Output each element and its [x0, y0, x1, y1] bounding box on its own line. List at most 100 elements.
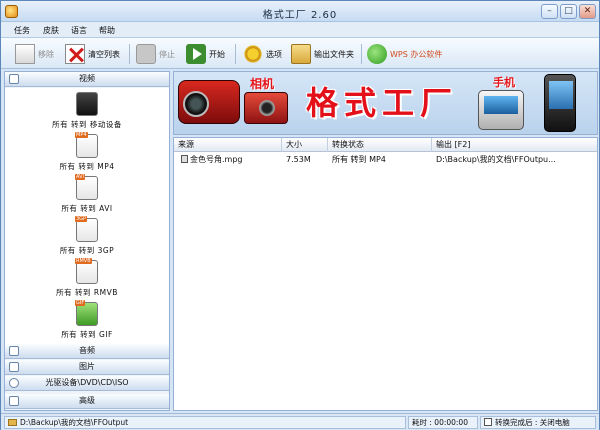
- stop-icon: [136, 44, 156, 64]
- menu-bar: 任务 皮肤 语言 帮助: [1, 22, 599, 38]
- camera-label: 相机: [250, 77, 275, 91]
- wps-button[interactable]: WPS 办公软件: [367, 42, 442, 66]
- row-status: 所有 转到 MP4: [332, 155, 386, 164]
- clear-list-label: 清空列表: [88, 49, 120, 59]
- advanced-icon: [9, 396, 19, 406]
- mobile-device-icon: [76, 92, 98, 116]
- image-icon: [9, 362, 19, 372]
- format-tag: AVI: [75, 174, 85, 180]
- menu-language[interactable]: 语言: [71, 25, 87, 36]
- column-output[interactable]: 输出 [F2]: [432, 138, 597, 152]
- promo-banner: 相机 格式工厂 手机: [173, 71, 598, 135]
- brand-logo: 格式工厂: [306, 84, 459, 122]
- wps-icon: [367, 44, 387, 64]
- convert-to-3gp[interactable]: 3GP 所有 转到 3GP: [5, 216, 169, 256]
- rmvb-icon: RMVB: [75, 258, 98, 284]
- mp4-icon: MP4: [75, 132, 98, 158]
- list-header: 来源 大小 转换状态 输出 [F2]: [174, 138, 597, 152]
- options-button[interactable]: 选项: [243, 42, 282, 66]
- maximize-button[interactable]: □: [560, 4, 577, 19]
- category-video[interactable]: 视频: [5, 72, 169, 87]
- column-size[interactable]: 大小: [282, 138, 328, 152]
- phone-label: 手机: [493, 76, 515, 89]
- category-image[interactable]: 图片: [5, 360, 169, 375]
- stop-button[interactable]: 停止: [136, 42, 175, 66]
- gif-icon: GIF: [75, 300, 98, 326]
- output-folder-icon: [291, 44, 311, 64]
- collapse-icon: [9, 74, 19, 84]
- category-sidebar: 视频 所有 转到 移动设备 MP4 所有 转到 MP4 AVI 所有 转到 AV…: [4, 71, 170, 411]
- minimize-button[interactable]: –: [541, 4, 558, 19]
- remove-label: 移除: [38, 49, 54, 59]
- toolbar-separator: [361, 44, 362, 64]
- output-folder-button[interactable]: 输出文件夹: [291, 42, 354, 66]
- after-done-option[interactable]: 转换完成后 : 关闭电脑: [480, 416, 596, 429]
- category-optical[interactable]: 光驱设备\DVD\CD\ISO: [5, 376, 169, 391]
- clear-list-button[interactable]: 清空列表: [65, 42, 120, 66]
- smartphone-icon: [544, 74, 576, 132]
- remove-icon: [15, 44, 35, 64]
- source-text: 金色号角.mpg: [190, 155, 243, 164]
- title-bar: 格式工厂 2.60 – □ ✕: [1, 1, 599, 22]
- toolbar: 移除 清空列表 停止 开始 选项 输出文件夹 WPS 办公软件: [1, 38, 599, 69]
- stop-label: 停止: [159, 49, 175, 59]
- photo-camera-icon: [244, 92, 288, 124]
- column-source[interactable]: 来源: [174, 138, 282, 152]
- menu-skin[interactable]: 皮肤: [43, 25, 59, 36]
- file-icon: [181, 155, 188, 163]
- conversion-label: 所有 转到 MP4: [59, 162, 115, 171]
- toolbar-separator: [235, 44, 236, 64]
- options-label: 选项: [266, 49, 282, 59]
- audio-icon: [9, 346, 19, 356]
- after-done-text: 转换完成后 : 关闭电脑: [495, 418, 570, 427]
- remove-button[interactable]: 移除: [15, 42, 54, 66]
- start-icon: [186, 44, 206, 64]
- output-path-status[interactable]: D:\Backup\我的文档\FFOutput: [4, 416, 406, 429]
- menu-task[interactable]: 任务: [14, 25, 30, 36]
- convert-to-avi[interactable]: AVI 所有 转到 AVI: [5, 174, 169, 214]
- video-conversion-list: 所有 转到 移动设备 MP4 所有 转到 MP4 AVI 所有 转到 AVI 3…: [5, 88, 169, 344]
- menu-help[interactable]: 帮助: [99, 25, 115, 36]
- category-label: 音频: [79, 346, 95, 355]
- convert-to-gif[interactable]: GIF 所有 转到 GIF: [5, 300, 169, 340]
- folder-icon: [8, 419, 17, 426]
- table-row[interactable]: 金色号角.mpg 7.53M 所有 转到 MP4 D:\Backup\我的文档\…: [174, 153, 597, 167]
- disc-icon: [9, 378, 19, 388]
- wps-label: WPS 办公软件: [390, 49, 443, 59]
- main-window: 格式工厂 2.60 – □ ✕ 任务 皮肤 语言 帮助 移除 清空列表 停止 开…: [0, 0, 600, 430]
- elapsed-time: 耗时 : 00:00:00: [408, 416, 478, 429]
- convert-to-mobile[interactable]: 所有 转到 移动设备: [5, 92, 169, 130]
- clear-list-icon: [65, 44, 85, 64]
- category-audio[interactable]: 音频: [5, 344, 169, 359]
- video-camera-icon: [178, 80, 240, 124]
- convert-to-mp4[interactable]: MP4 所有 转到 MP4: [5, 132, 169, 172]
- category-label: 图片: [79, 362, 95, 371]
- avi-icon: AVI: [75, 174, 98, 200]
- status-bar: D:\Backup\我的文档\FFOutput 耗时 : 00:00:00 转换…: [1, 413, 599, 430]
- conversion-label: 所有 转到 移动设备: [52, 120, 122, 129]
- window-title: 格式工厂 2.60: [262, 10, 338, 21]
- 3gp-icon: 3GP: [75, 216, 98, 242]
- format-tag: RMVB: [75, 258, 92, 264]
- category-label: 光驱设备\DVD\CD\ISO: [45, 378, 129, 387]
- column-status[interactable]: 转换状态: [328, 138, 432, 152]
- category-label: 高级: [79, 396, 95, 405]
- start-button[interactable]: 开始: [186, 42, 225, 66]
- after-done-checkbox[interactable]: [484, 418, 492, 426]
- convert-to-rmvb[interactable]: RMVB 所有 转到 RMVB: [5, 258, 169, 298]
- row-size: 7.53M: [286, 155, 311, 164]
- mobile-phone-icon: [478, 90, 524, 130]
- conversion-label: 所有 转到 GIF: [61, 330, 113, 339]
- row-output: D:\Backup\我的文档\FFOutpu...: [436, 155, 556, 164]
- category-label: 视频: [79, 74, 95, 83]
- row-source: 金色号角.mpg: [177, 153, 282, 167]
- format-tag: MP4: [75, 132, 88, 138]
- format-tag: 3GP: [75, 216, 88, 222]
- output-path-text: D:\Backup\我的文档\FFOutput: [20, 418, 129, 427]
- category-advanced[interactable]: 高级: [5, 394, 169, 409]
- toolbar-separator: [129, 44, 130, 64]
- conversion-label: 所有 转到 RMVB: [56, 288, 118, 297]
- format-tag: GIF: [75, 300, 86, 306]
- conversion-label: 所有 转到 AVI: [61, 204, 113, 213]
- close-button[interactable]: ✕: [579, 4, 596, 19]
